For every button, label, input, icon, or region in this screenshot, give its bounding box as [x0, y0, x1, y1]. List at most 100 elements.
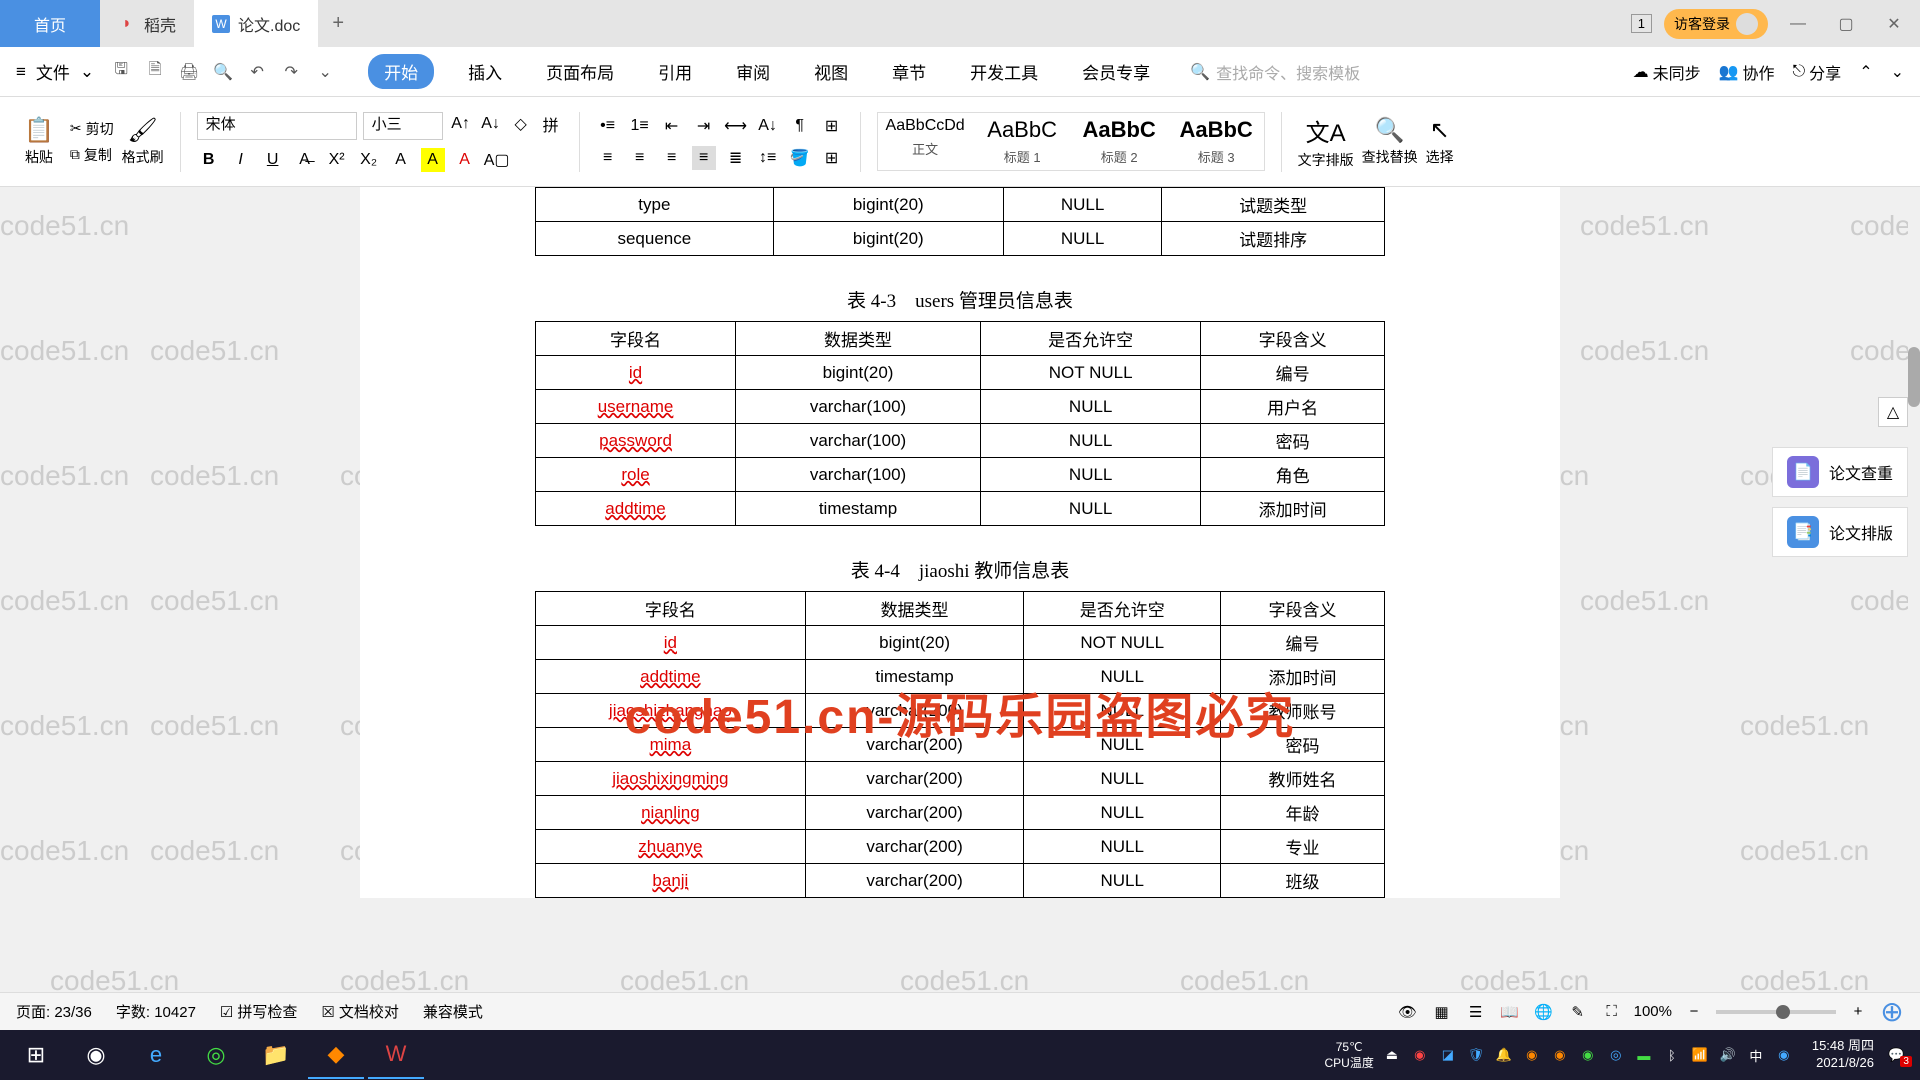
text-layout-button[interactable]: 文A 文字排版 [1298, 113, 1354, 170]
sort-button[interactable]: A↓ [756, 114, 780, 138]
menu-vip[interactable]: 会员专享 [1072, 54, 1160, 89]
tray-bluetooth-icon[interactable]: ᛒ [1662, 1045, 1682, 1065]
paste-button[interactable]: 📋 粘贴 [24, 116, 54, 167]
style-heading2[interactable]: AaBbC 标题 2 [1072, 113, 1167, 170]
zoom-out-button[interactable]: − [1682, 1000, 1706, 1024]
distribute-button[interactable]: ≣ [724, 146, 748, 170]
show-marks-button[interactable]: ¶ [788, 114, 812, 138]
tray-icon[interactable]: ⏏ [1382, 1045, 1402, 1065]
close-button[interactable]: ✕ [1876, 9, 1912, 39]
decrease-font-button[interactable]: A↓ [479, 112, 503, 136]
format-painter-button[interactable]: 🖌 格式刷 [122, 116, 164, 167]
menu-view[interactable]: 视图 [804, 54, 858, 89]
superscript-button[interactable]: X² [325, 148, 349, 172]
outline-view-button[interactable]: ☰ [1464, 1000, 1488, 1024]
increase-indent-button[interactable]: ⇥ [692, 114, 716, 138]
copy-button[interactable]: ⧉复制 [70, 145, 114, 165]
ribbon-up-button[interactable]: ⌃ [1859, 60, 1872, 84]
wps-button[interactable]: W [368, 1031, 424, 1079]
char-spacing-button[interactable]: ⟷ [724, 114, 748, 138]
ie-button[interactable]: e [128, 1031, 184, 1079]
tab-daoke[interactable]: ◗ 稻壳 [100, 0, 194, 47]
scrollbar-thumb[interactable] [1908, 347, 1920, 407]
bullets-button[interactable]: •≡ [596, 114, 620, 138]
tray-clock[interactable]: 15:48 周四 2021/8/26 [1802, 1038, 1884, 1072]
strikethrough-button[interactable]: A̶ [293, 148, 317, 172]
line-spacing-button[interactable]: ↕≡ [756, 146, 780, 170]
tray-bell-icon[interactable]: 🔔 [1494, 1045, 1514, 1065]
find-replace-button[interactable]: 🔍 查找替换 [1362, 116, 1418, 167]
tray-shield-icon[interactable]: 🛡 [1466, 1045, 1486, 1065]
page-indicator[interactable]: 页面: 23/36 [16, 1001, 92, 1022]
align-center-button[interactable]: ≡ [628, 146, 652, 170]
print-button[interactable]: 🖨 [178, 61, 200, 83]
phonetic-button[interactable]: 拼 [539, 112, 563, 136]
start-button[interactable]: ⊞ [8, 1031, 64, 1079]
share-button[interactable]: ⎋ 分享 [1793, 60, 1842, 84]
style-normal[interactable]: AaBbCcDd 正文 [878, 113, 973, 170]
tray-icon[interactable]: ◎ [1606, 1045, 1626, 1065]
cpu-temp-widget[interactable]: 75℃ CPU温度 [1325, 1040, 1374, 1071]
tray-volume-icon[interactable]: 🔊 [1718, 1045, 1738, 1065]
zoom-in-button[interactable]: + [1846, 1000, 1870, 1024]
tray-nvidia-icon[interactable]: ▬ [1634, 1045, 1654, 1065]
cut-button[interactable]: ✂剪切 [70, 119, 114, 139]
menu-start[interactable]: 开始 [368, 54, 434, 89]
tray-icon[interactable]: ◉ [1578, 1045, 1598, 1065]
app-button[interactable]: ◆ [308, 1031, 364, 1079]
char-border-button[interactable]: A▢ [485, 148, 509, 172]
tab-counter[interactable]: 1 [1631, 14, 1652, 33]
menu-page-layout[interactable]: 页面布局 [536, 54, 624, 89]
tab-document[interactable]: W 论文.doc [194, 0, 318, 47]
menu-references[interactable]: 引用 [648, 54, 702, 89]
menu-insert[interactable]: 插入 [458, 54, 512, 89]
redo-button[interactable]: ↷ [280, 61, 302, 83]
tray-icon[interactable]: ◪ [1438, 1045, 1458, 1065]
decrease-indent-button[interactable]: ⇤ [660, 114, 684, 138]
guest-login-button[interactable]: 访客登录 [1664, 9, 1768, 39]
edit-button[interactable]: ✎ [1566, 1000, 1590, 1024]
clear-format-button[interactable]: ◇ [509, 112, 533, 136]
vertical-scrollbar[interactable] [1908, 187, 1920, 992]
browser-button[interactable]: ◎ [188, 1031, 244, 1079]
panel-toggle-button[interactable]: △ [1878, 397, 1908, 427]
undo-button[interactable]: ↶ [246, 61, 268, 83]
ribbon-collapse-button[interactable]: ⌄ [1891, 60, 1904, 84]
tab-home[interactable]: 首页 [0, 0, 100, 47]
tray-icon[interactable]: ◉ [1774, 1045, 1794, 1065]
print-preview-button[interactable]: 🗎 [144, 61, 166, 83]
tray-ime-icon[interactable]: 中 [1746, 1045, 1766, 1065]
highlight-button[interactable]: A [421, 148, 445, 172]
align-left-button[interactable]: ≡ [596, 146, 620, 170]
tray-wifi-icon[interactable]: 📶 [1690, 1045, 1710, 1065]
eye-button[interactable]: 👁 [1396, 1000, 1420, 1024]
fullscreen-button[interactable]: ⊕ [1880, 1000, 1904, 1024]
command-search[interactable]: 🔍 查找命令、搜索模板 [1190, 60, 1360, 84]
tray-icon[interactable]: ◉ [1410, 1045, 1430, 1065]
taskview-button[interactable]: ◉ [68, 1031, 124, 1079]
menu-dev-tools[interactable]: 开发工具 [960, 54, 1048, 89]
add-tab-button[interactable]: + [318, 0, 358, 47]
table-borders-button[interactable]: ⊞ [820, 146, 844, 170]
increase-font-button[interactable]: A↑ [449, 112, 473, 136]
bold-button[interactable]: B [197, 148, 221, 172]
menu-review[interactable]: 审阅 [726, 54, 780, 89]
thesis-check-button[interactable]: 📄 论文查重 [1772, 447, 1908, 497]
style-heading1[interactable]: AaBbC 标题 1 [975, 113, 1070, 170]
style-heading3[interactable]: AaBbC 标题 3 [1169, 113, 1264, 170]
tray-icon[interactable]: ◉ [1550, 1045, 1570, 1065]
align-right-button[interactable]: ≡ [660, 146, 684, 170]
preview-button[interactable]: 🔍 [212, 61, 234, 83]
font-size-select[interactable]: 小三 [363, 112, 443, 140]
file-menu[interactable]: ≡ 文件 ⌄ [16, 59, 94, 84]
italic-button[interactable]: I [229, 148, 253, 172]
notification-button[interactable]: 💬3 [1892, 1045, 1912, 1065]
text-effects-button[interactable]: A [389, 148, 413, 172]
subscript-button[interactable]: X₂ [357, 148, 381, 172]
underline-button[interactable]: U [261, 148, 285, 172]
align-justify-button[interactable]: ≡ [692, 146, 716, 170]
sync-button[interactable]: ☁ 未同步 [1633, 60, 1701, 84]
font-name-select[interactable]: 宋体 [197, 112, 357, 140]
maximize-button[interactable]: ▢ [1828, 9, 1864, 39]
print-view-button[interactable]: ▦ [1430, 1000, 1454, 1024]
